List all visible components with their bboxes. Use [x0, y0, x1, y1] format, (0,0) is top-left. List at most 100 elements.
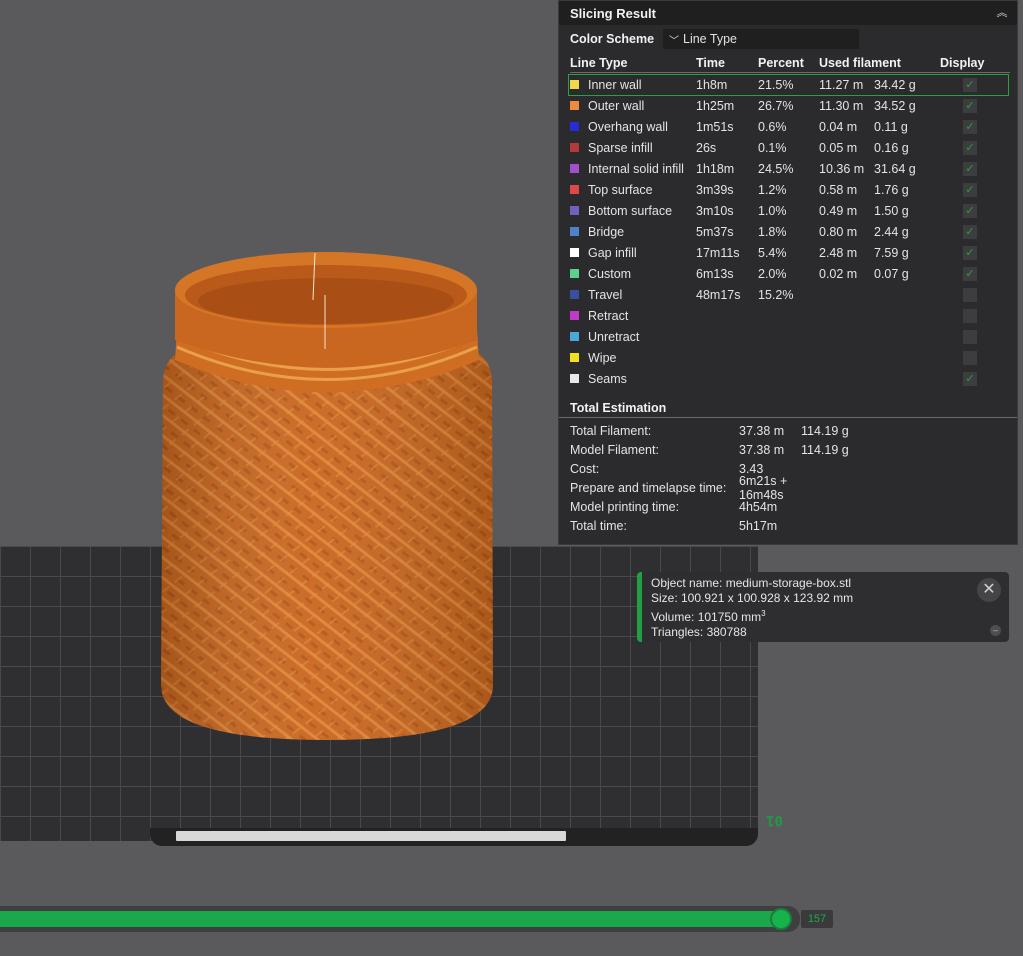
display-checkbox[interactable]: [963, 350, 977, 365]
line-type-time: 5m37s: [696, 224, 734, 239]
line-type-name: Inner wall: [588, 77, 642, 92]
line-type-weight: 1.76 g: [874, 182, 909, 197]
color-swatch: [570, 374, 579, 383]
line-type-length: 0.80 m: [819, 224, 858, 239]
color-scheme-dropdown[interactable]: ﹀ Line Type: [663, 29, 859, 49]
line-type-row[interactable]: Retract: [559, 305, 1017, 326]
line-type-length: 2.48 m: [819, 245, 858, 260]
line-type-length: 0.49 m: [819, 203, 858, 218]
display-checkbox[interactable]: [963, 329, 977, 344]
sliced-model-jar[interactable]: [155, 245, 500, 745]
display-checkbox[interactable]: ✓: [963, 98, 977, 113]
display-cell: ✓: [940, 140, 1000, 155]
line-type-percent: 1.2%: [758, 182, 787, 197]
color-swatch: [570, 164, 579, 173]
line-type-row[interactable]: Seams ✓: [559, 368, 1017, 389]
estimation-label: Cost:: [570, 461, 600, 476]
display-cell: [940, 287, 1000, 302]
display-checkbox[interactable]: [963, 308, 977, 323]
line-type-length: 11.27 m: [819, 77, 864, 92]
line-type-row[interactable]: Bottom surface 3m10s 1.0% 0.49 m 1.50 g ✓: [559, 200, 1017, 221]
display-cell: [940, 329, 1000, 344]
line-type-name: Gap infill: [588, 245, 637, 260]
color-swatch: [570, 143, 579, 152]
color-swatch: [570, 227, 579, 236]
display-cell: ✓: [940, 203, 1000, 218]
line-type-name: Seams: [588, 371, 627, 386]
line-type-row[interactable]: Inner wall 1h8m 21.5% 11.27 m 34.42 g ✓: [559, 74, 1017, 96]
line-type-percent: 26.7%: [758, 98, 794, 113]
line-type-name: Retract: [588, 308, 629, 323]
build-plate-label: [176, 831, 566, 841]
color-swatch: [570, 353, 579, 362]
close-icon[interactable]: ✕: [977, 578, 1001, 602]
line-type-length: 10.36 m: [819, 161, 865, 176]
line-type-percent: 5.4%: [758, 245, 787, 260]
line-type-weight: 7.59 g: [874, 245, 909, 260]
estimation-row: Prepare and timelapse time: 6m21s + 16m48…: [570, 474, 1017, 502]
column-header-percent: Percent: [758, 55, 804, 70]
line-type-time: 3m10s: [696, 203, 734, 218]
line-type-row[interactable]: Unretract: [559, 326, 1017, 347]
line-type-row[interactable]: Sparse infill 26s 0.1% 0.05 m 0.16 g ✓: [559, 137, 1017, 158]
display-checkbox[interactable]: ✓: [963, 161, 977, 176]
line-type-row[interactable]: Travel 48m17s 15.2%: [559, 284, 1017, 305]
color-swatch: [570, 248, 579, 257]
line-type-name: Sparse infill: [588, 140, 653, 155]
display-checkbox[interactable]: ✓: [963, 140, 977, 155]
object-size: Size: 100.921 x 100.928 x 123.92 mm: [651, 591, 854, 605]
line-type-time: 17m11s: [696, 245, 740, 260]
layer-slider-thumb[interactable]: [770, 908, 792, 930]
layer-slider-track[interactable]: [0, 911, 785, 927]
display-checkbox[interactable]: ✓: [963, 245, 977, 260]
collapse-icon[interactable]: ︽: [995, 6, 1009, 20]
display-checkbox[interactable]: ✓: [963, 266, 977, 281]
line-type-row[interactable]: Outer wall 1h25m 26.7% 11.30 m 34.52 g ✓: [559, 95, 1017, 116]
line-type-row[interactable]: Overhang wall 1m51s 0.6% 0.04 m 0.11 g ✓: [559, 116, 1017, 137]
display-checkbox[interactable]: [963, 287, 977, 302]
line-type-row[interactable]: Bridge 5m37s 1.8% 0.80 m 2.44 g ✓: [559, 221, 1017, 242]
line-type-time: 48m17s: [696, 287, 741, 302]
line-type-time: 1h25m: [696, 98, 735, 113]
line-type-row[interactable]: Custom 6m13s 2.0% 0.02 m 0.07 g ✓: [559, 263, 1017, 284]
line-type-name: Travel: [588, 287, 623, 302]
display-checkbox[interactable]: ✓: [963, 77, 977, 92]
line-type-name: Overhang wall: [588, 119, 668, 134]
minimize-icon[interactable]: –: [990, 625, 1001, 636]
total-estimation-list: Total Filament: 37.38 m 114.19 g Model Fila…: [559, 421, 1017, 535]
display-cell: ✓: [940, 98, 1000, 113]
estimation-value: 5h17m: [739, 518, 778, 533]
display-checkbox[interactable]: ✓: [963, 371, 977, 386]
color-swatch: [570, 311, 579, 320]
line-type-percent: 21.5%: [758, 77, 794, 92]
display-cell: ✓: [940, 266, 1000, 281]
object-name: Object name: medium-storage-box.stl: [651, 576, 852, 590]
line-type-table: Inner wall 1h8m 21.5% 11.27 m 34.42 g ✓ Outer …: [559, 74, 1017, 389]
line-type-length: 0.58 m: [819, 182, 858, 197]
line-type-name: Bridge: [588, 224, 625, 239]
display-checkbox[interactable]: ✓: [963, 224, 977, 239]
estimation-value: 6m21s + 16m48s: [739, 473, 788, 502]
line-type-name: Internal solid infill: [588, 161, 684, 176]
display-cell: ✓: [940, 371, 1000, 386]
display-cell: ✓: [940, 224, 1000, 239]
estimation-value: 37.38 m: [739, 442, 785, 457]
display-checkbox[interactable]: ✓: [963, 119, 977, 134]
line-type-weight: 34.42 g: [874, 77, 916, 92]
display-checkbox[interactable]: ✓: [963, 203, 977, 218]
line-type-row[interactable]: Gap infill 17m11s 5.4% 2.48 m 7.59 g ✓: [559, 242, 1017, 263]
display-checkbox[interactable]: ✓: [963, 182, 977, 197]
line-type-row[interactable]: Wipe: [559, 347, 1017, 368]
estimation-row: Total time: 5h17m: [570, 516, 1017, 535]
line-type-row[interactable]: Top surface 3m39s 1.2% 0.58 m 1.76 g ✓: [559, 179, 1017, 200]
color-swatch: [570, 101, 579, 110]
display-cell: [940, 350, 1000, 365]
estimation-value: 37.38 m: [739, 423, 785, 438]
line-type-row[interactable]: Internal solid infill 1h18m 24.5% 10.36 m 31…: [559, 158, 1017, 179]
estimation-value-secondary: 114.19 g: [801, 442, 849, 457]
total-estimation-title: Total Estimation: [559, 398, 1017, 418]
display-cell: ✓: [940, 182, 1000, 197]
color-swatch: [570, 206, 579, 215]
line-type-percent: 24.5%: [758, 161, 794, 176]
line-type-percent: 0.1%: [758, 140, 787, 155]
